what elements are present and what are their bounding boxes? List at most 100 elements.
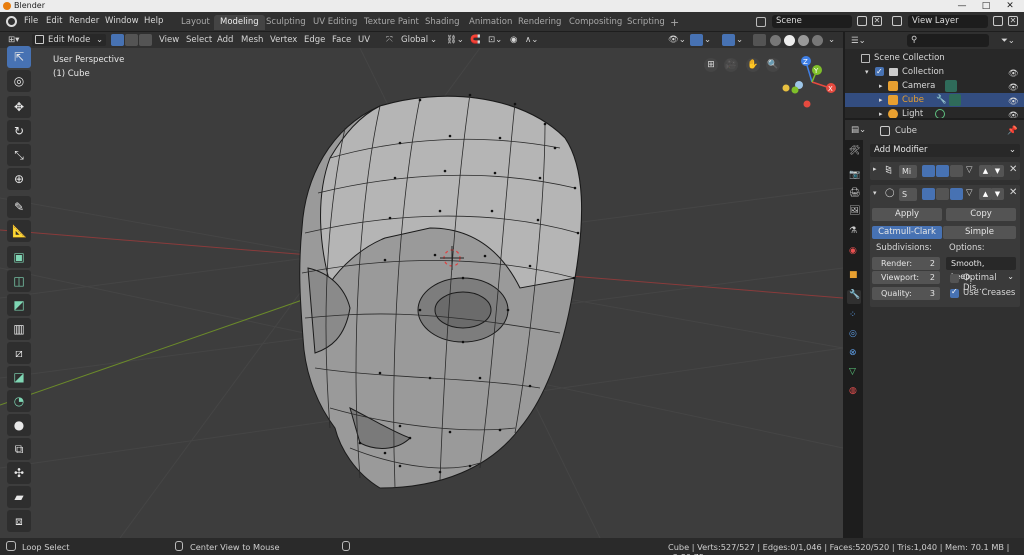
transform-tool[interactable]: ⊕ (7, 168, 31, 190)
optimal-display-checkbox[interactable] (950, 274, 959, 283)
cage-icon[interactable]: ▽ (966, 188, 973, 198)
menu-face[interactable]: Face (332, 34, 351, 46)
outliner-item-camera[interactable]: ▸ Camera 👁 (845, 79, 1024, 93)
grid-view-icon[interactable]: ⊞ (704, 58, 718, 72)
tab-scene[interactable]: ⚗ (847, 226, 861, 240)
pan-hand-icon[interactable]: ✋ (746, 58, 760, 72)
menu-vertex[interactable]: Vertex (270, 34, 297, 46)
edge-slide-tool[interactable]: ⧉ (7, 438, 31, 460)
tab-rendering[interactable]: Rendering (512, 15, 567, 30)
render-display-button[interactable] (950, 188, 963, 200)
new-view-layer-icon[interactable] (993, 16, 1003, 26)
transform-orientation-selector[interactable]: Global (401, 34, 428, 46)
realtime-display-button[interactable] (936, 188, 949, 200)
face-select-button[interactable] (139, 34, 152, 46)
apply-button[interactable]: Apply (872, 208, 942, 221)
move-down-button[interactable]: ▼ (991, 188, 1004, 200)
rotate-tool[interactable]: ↻ (7, 120, 31, 142)
menu-edge[interactable]: Edge (304, 34, 325, 46)
head-mesh[interactable] (299, 93, 583, 489)
proportional-falloff-icon[interactable]: ∧⌄ (525, 34, 538, 46)
eye-icon[interactable]: 👁 (1008, 67, 1019, 79)
menu-file[interactable]: File (24, 16, 38, 26)
measure-tool[interactable]: 📐 (7, 220, 31, 242)
bevel-tool[interactable]: ◩ (7, 294, 31, 316)
tab-layout[interactable]: Layout (175, 15, 216, 30)
menu-window[interactable]: Window (105, 16, 139, 26)
tab-compositing[interactable]: Compositing (563, 15, 628, 30)
menu-mesh[interactable]: Mesh (241, 34, 263, 46)
tab-shading[interactable]: Shading (419, 15, 466, 30)
viewport-levels-field[interactable]: Viewport: 2 (872, 271, 940, 284)
editor-type-icon[interactable]: ⊞▾ (8, 34, 28, 46)
viewport-scene[interactable]: Z X Y (0, 48, 843, 538)
close-window-button[interactable]: ✕ (998, 0, 1022, 12)
minimize-button[interactable]: — (950, 0, 974, 12)
simple-button[interactable]: Simple (943, 226, 1016, 239)
tab-render[interactable]: 📷 (847, 170, 861, 184)
mode-selector[interactable]: Edit Mode ⌄ (32, 34, 106, 46)
tab-texture-paint[interactable]: Texture Paint (358, 15, 425, 30)
filter-icon[interactable]: ⏷⌄ (1001, 35, 1015, 47)
chevron-right-icon[interactable]: ▸ (873, 165, 877, 173)
tab-modeling[interactable]: Modeling (214, 15, 265, 30)
extrude-tool[interactable]: ▣ (7, 246, 31, 268)
tab-object[interactable]: ■ (847, 270, 861, 284)
annotate-tool[interactable]: ✎ (7, 196, 31, 218)
pivot-point-icon[interactable]: ⛓⌄ (446, 34, 464, 46)
tab-object-data[interactable]: ▽ (847, 367, 861, 381)
rendered-shading-icon[interactable] (812, 35, 823, 46)
navigation-gizmo[interactable] (782, 56, 837, 108)
wireframe-shading-icon[interactable] (770, 35, 781, 46)
blender-menu-icon[interactable] (6, 16, 17, 27)
rip-region-tool[interactable]: ⧈ (7, 510, 31, 532)
collection-checkbox[interactable] (875, 65, 884, 79)
quality-field[interactable]: Quality: 3 (872, 287, 940, 300)
use-creases-checkbox[interactable] (950, 287, 959, 298)
tab-physics[interactable]: ◎ (847, 329, 861, 343)
properties-type-icon[interactable]: ▤⌄ (851, 124, 866, 136)
solid-shading-icon[interactable] (784, 35, 795, 46)
add-workspace-button[interactable]: + (664, 15, 685, 30)
eye-icon[interactable]: 👁 (1008, 81, 1019, 93)
gizmo-toggle-button[interactable] (690, 34, 703, 46)
poly-build-tool[interactable]: ◪ (7, 366, 31, 388)
move-down-button[interactable]: ▼ (991, 165, 1004, 177)
delete-view-layer-icon[interactable]: ✕ (1008, 16, 1018, 26)
render-display-button[interactable] (950, 165, 963, 177)
tab-output[interactable]: 🖨 (847, 188, 861, 202)
outliner-item-cube[interactable]: ▸ Cube 🔧 👁 (845, 93, 1024, 107)
camera-view-icon[interactable]: 🎥 (724, 58, 738, 72)
menu-view[interactable]: View (159, 34, 179, 46)
zoom-icon[interactable]: 🔍 (766, 58, 780, 72)
scene-selector[interactable]: Scene (772, 15, 852, 28)
shrink-fatten-tool[interactable]: ✣ (7, 462, 31, 484)
menu-help[interactable]: Help (144, 16, 163, 26)
modifier-mirror-panel[interactable]: ▸ ⧎ Mi ▽ ▲ ▼ ✕ (870, 162, 1020, 180)
realtime-display-button[interactable] (936, 165, 949, 177)
outliner-search-input[interactable]: ⚲ (907, 34, 989, 47)
display-mode-icon[interactable]: ☰⌄ (851, 35, 866, 47)
tab-sculpting[interactable]: Sculpting (260, 15, 312, 30)
material-shading-icon[interactable] (798, 35, 809, 46)
spin-tool[interactable]: ◔ (7, 390, 31, 412)
add-modifier-dropdown[interactable]: Add Modifier ⌄ (870, 144, 1020, 157)
delete-scene-icon[interactable]: ✕ (872, 16, 882, 26)
scene-collection-row[interactable]: Scene Collection (845, 51, 1024, 65)
edit-mode-display-button[interactable] (922, 188, 935, 200)
smooth-tool[interactable]: ● (7, 414, 31, 436)
tab-animation[interactable]: Animation (463, 15, 518, 30)
view-layer-selector[interactable]: View Layer (908, 15, 988, 28)
loop-cut-tool[interactable]: ▥ (7, 318, 31, 340)
cursor-tool[interactable]: ◎ (7, 70, 31, 92)
pin-icon[interactable]: 📌 (1007, 125, 1018, 137)
menu-uv[interactable]: UV (358, 34, 370, 46)
chevron-right-icon[interactable]: ▸ (879, 93, 883, 107)
chevron-right-icon[interactable]: ▸ (879, 79, 883, 93)
edit-mode-display-button[interactable] (922, 165, 935, 177)
eye-icon[interactable]: 👁 (1008, 95, 1019, 107)
close-icon[interactable]: ✕ (1009, 164, 1017, 175)
chevron-down-icon[interactable]: ▾ (873, 189, 877, 197)
edge-select-button[interactable] (125, 34, 138, 46)
shear-tool[interactable]: ▰ (7, 486, 31, 508)
